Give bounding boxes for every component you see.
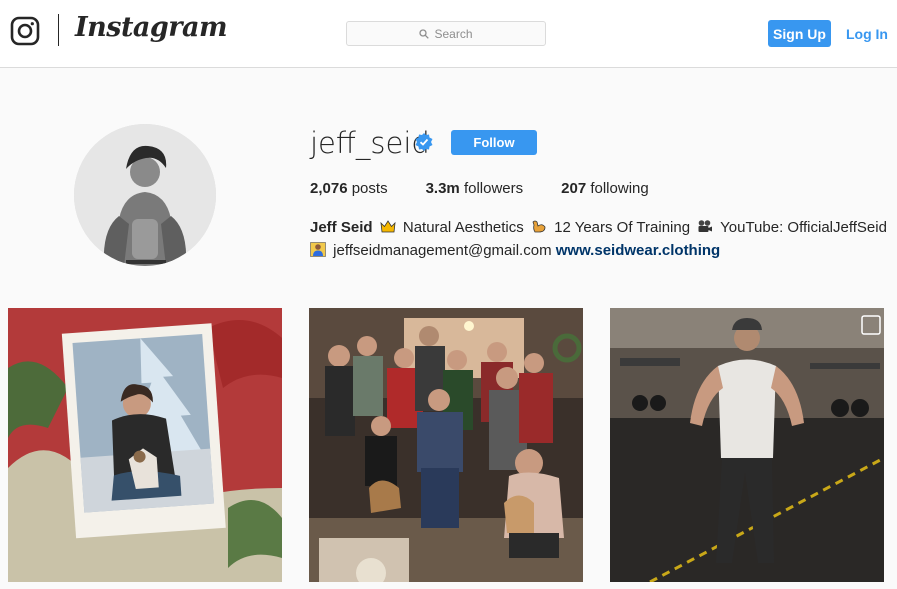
top-navigation-bar: Instagram Search Sign Up Log In bbox=[0, 0, 897, 68]
website-link[interactable]: www.seidwear.clothing bbox=[556, 242, 720, 259]
bio-line-1: Jeff Seid Natural Aesthetics 12 Years Of… bbox=[310, 219, 887, 236]
flexed-biceps-emoji-icon bbox=[532, 220, 546, 233]
verified-badge-icon bbox=[415, 133, 433, 151]
follow-button[interactable]: Follow bbox=[451, 130, 537, 155]
log-in-link[interactable]: Log In bbox=[846, 26, 888, 42]
search-icon bbox=[419, 28, 430, 39]
instagram-camera-icon[interactable] bbox=[10, 16, 40, 46]
crown-emoji-icon bbox=[380, 220, 396, 233]
post-family-group[interactable] bbox=[309, 308, 583, 582]
profile-avatar[interactable] bbox=[74, 124, 216, 266]
posts-count: 2,076 bbox=[310, 180, 348, 197]
post-gym[interactable] bbox=[610, 308, 884, 582]
logo-divider bbox=[58, 14, 59, 46]
instagram-wordmark[interactable]: Instagram bbox=[75, 12, 228, 43]
bio-email: jeffseidmanagement@gmail.com bbox=[333, 242, 552, 259]
profile-username: jeff_seid bbox=[310, 126, 430, 160]
bio-years-training: 12 Years Of Training bbox=[554, 219, 691, 236]
bio-natural-aesthetics: Natural Aesthetics bbox=[402, 219, 524, 236]
sign-up-button[interactable]: Sign Up bbox=[768, 20, 831, 47]
profile-full-name: Jeff Seid bbox=[310, 219, 373, 236]
following-stat[interactable]: 207 following bbox=[561, 180, 649, 197]
profile-stats: 2,076 posts 3.3m followers 207 following bbox=[310, 180, 687, 197]
followers-label: followers bbox=[463, 180, 524, 197]
bio-youtube: YouTube: OfficialJeffSeid bbox=[720, 219, 887, 236]
post-polaroid-dog[interactable] bbox=[8, 308, 282, 582]
following-label: following bbox=[590, 180, 649, 197]
search-input[interactable]: Search bbox=[346, 21, 546, 46]
bio-line-2: jeffseidmanagement@gmail.com www.seidwea… bbox=[310, 242, 720, 259]
followers-count: 3.3m bbox=[425, 180, 460, 197]
following-count: 207 bbox=[561, 180, 587, 197]
followers-stat[interactable]: 3.3m followers bbox=[426, 180, 524, 197]
search-placeholder: Search bbox=[434, 26, 473, 41]
posts-stat: 2,076 posts bbox=[310, 180, 388, 197]
business-man-emoji-icon bbox=[310, 242, 326, 257]
movie-camera-emoji-icon bbox=[698, 220, 713, 232]
posts-label: posts bbox=[351, 180, 388, 197]
